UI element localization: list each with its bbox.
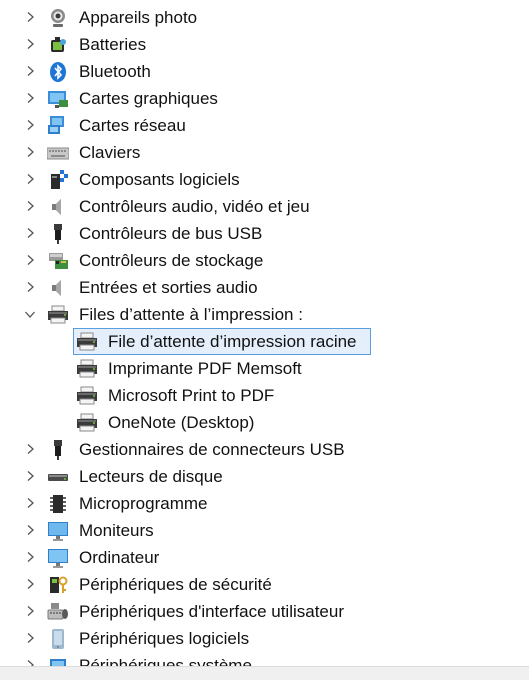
chevron-right-icon[interactable] [24, 578, 36, 590]
software-component-icon [47, 169, 69, 191]
tree-item-label: Files d’attente à l’impression : [79, 305, 303, 324]
chevron-right-icon[interactable] [24, 470, 36, 482]
chevron-right-icon[interactable] [24, 146, 36, 158]
storage-controller-icon [47, 250, 69, 272]
tree-category-peripheriques-d-interface-utilisateur[interactable]: Périphériques d'interface utilisateur [0, 598, 529, 625]
tree-category-lecteurs-de-disque[interactable]: Lecteurs de disque [0, 463, 529, 490]
network-adapter-icon [47, 115, 69, 137]
software-device-icon [47, 628, 69, 650]
tree-item-label: Ordinateur [79, 548, 160, 567]
firmware-chip-icon [47, 493, 69, 515]
tree-category-cartes-graphiques[interactable]: Cartes graphiques [0, 85, 529, 112]
tree-category-appareils-photo[interactable]: Appareils photo [0, 4, 529, 31]
tree-category-peripheriques-de-securite[interactable]: Périphériques de sécurité [0, 571, 529, 598]
tree-item-label: Contrôleurs de stockage [79, 251, 264, 270]
tree-category-gestionnaires-de-connecteurs-usb[interactable]: Gestionnaires de connecteurs USB [0, 436, 529, 463]
printer-icon [76, 385, 98, 407]
tree-item-label: Périphériques système [79, 656, 252, 666]
tree-item-label: Périphériques logiciels [79, 629, 250, 648]
chevron-right-icon[interactable] [24, 200, 36, 212]
system-device-icon [47, 655, 69, 666]
tree-category-composants-logiciels[interactable]: Composants logiciels [0, 166, 529, 193]
tree-category-moniteurs[interactable]: Moniteurs [0, 517, 529, 544]
tree-item-label: Bluetooth [79, 62, 151, 81]
chevron-right-icon[interactable] [24, 605, 36, 617]
tree-category-controleurs-de-stockage[interactable]: Contrôleurs de stockage [0, 247, 529, 274]
security-key-icon [47, 574, 69, 596]
speaker-icon [47, 277, 69, 299]
tree-category-cartes-reseau[interactable]: Cartes réseau [0, 112, 529, 139]
chevron-right-icon[interactable] [24, 119, 36, 131]
tree-category-peripheriques-logiciels[interactable]: Périphériques logiciels [0, 625, 529, 652]
printer-icon [76, 358, 98, 380]
tree-item-label: Contrôleurs audio, vidéo et jeu [79, 197, 310, 216]
usb-icon [47, 439, 69, 461]
tree-item-label: Périphériques d'interface utilisateur [79, 602, 345, 621]
tree-item-label: Contrôleurs de bus USB [79, 224, 263, 243]
tree-category-controleurs-audio-video-et-jeu[interactable]: Contrôleurs audio, vidéo et jeu [0, 193, 529, 220]
tree-category-bluetooth[interactable]: Bluetooth [0, 58, 529, 85]
tree-category-microprogramme[interactable]: Microprogramme [0, 490, 529, 517]
printer-icon [47, 304, 69, 326]
tree-item-label: Batteries [79, 35, 147, 54]
tree-item-label: Imprimante PDF Memsoft [108, 359, 302, 378]
tree-item-label: Lecteurs de disque [79, 467, 223, 486]
tree-item-label: Claviers [79, 143, 141, 162]
chevron-right-icon[interactable] [24, 281, 36, 293]
tree-item-microsoft-print-to-pdf[interactable]: Microsoft Print to PDF [0, 382, 529, 409]
chevron-right-icon[interactable] [24, 92, 36, 104]
chevron-right-icon[interactable] [24, 11, 36, 23]
speaker-icon [47, 196, 69, 218]
chevron-right-icon[interactable] [24, 524, 36, 536]
tree-item-label: Composants logiciels [79, 170, 240, 189]
camera-icon [47, 7, 69, 29]
printer-icon [76, 331, 98, 353]
chevron-right-icon[interactable] [24, 38, 36, 50]
tree-item-file-d-attente-d-impression-racine[interactable]: File d’attente d’impression racine [0, 328, 529, 355]
chevron-right-icon[interactable] [24, 443, 36, 455]
chevron-right-icon[interactable] [24, 227, 36, 239]
tree-item-label: Microsoft Print to PDF [108, 386, 275, 405]
tree-item-onenote-desktop[interactable]: OneNote (Desktop) [0, 409, 529, 436]
chevron-right-icon[interactable] [24, 497, 36, 509]
tree-category-claviers[interactable]: Claviers [0, 139, 529, 166]
tree-item-label: Périphériques de sécurité [79, 575, 272, 594]
top-edge [0, 0, 529, 4]
chevron-right-icon[interactable] [24, 632, 36, 644]
printer-icon [76, 412, 98, 434]
chevron-right-icon[interactable] [24, 65, 36, 77]
computer-icon [47, 547, 69, 569]
tree-item-label: Cartes réseau [79, 116, 186, 135]
tree-item-label: Gestionnaires de connecteurs USB [79, 440, 345, 459]
tree-item-label: Moniteurs [79, 521, 154, 540]
tree-category-batteries[interactable]: Batteries [0, 31, 529, 58]
tree-item-label: Cartes graphiques [79, 89, 218, 108]
display-adapter-icon [47, 88, 69, 110]
usb-icon [47, 223, 69, 245]
battery-icon [47, 34, 69, 56]
tree-category-ordinateur[interactable]: Ordinateur [0, 544, 529, 571]
tree-item-label: Entrées et sorties audio [79, 278, 258, 297]
tree-item-label: File d’attente d’impression racine [108, 332, 357, 351]
disk-drive-icon [47, 466, 69, 488]
chevron-right-icon[interactable] [24, 254, 36, 266]
tree-item-label: OneNote (Desktop) [108, 413, 255, 432]
chevron-right-icon[interactable] [24, 173, 36, 185]
tree-category-entrees-et-sorties-audio[interactable]: Entrées et sorties audio [0, 274, 529, 301]
tree-item-imprimante-pdf-memsoft[interactable]: Imprimante PDF Memsoft [0, 355, 529, 382]
chevron-down-icon[interactable] [24, 308, 36, 320]
device-tree[interactable]: Appareils photo Batteries Bluetooth Cartes … [0, 0, 529, 666]
chevron-right-icon[interactable] [24, 551, 36, 563]
tree-category-controleurs-de-bus-usb[interactable]: Contrôleurs de bus USB [0, 220, 529, 247]
bluetooth-icon [47, 61, 69, 83]
keyboard-icon [47, 142, 69, 164]
tree-item-label: Appareils photo [79, 8, 198, 27]
tree-category-files-d-attente-a-l-impression[interactable]: Files d’attente à l’impression : [0, 301, 529, 328]
chevron-right-icon[interactable] [24, 659, 36, 666]
tree-category-peripheriques-systeme[interactable]: Périphériques système [0, 652, 529, 666]
monitor-icon [47, 520, 69, 542]
tree-item-label: Microprogramme [79, 494, 208, 513]
horizontal-scrollbar-track[interactable] [0, 666, 529, 680]
hid-icon [47, 601, 69, 623]
